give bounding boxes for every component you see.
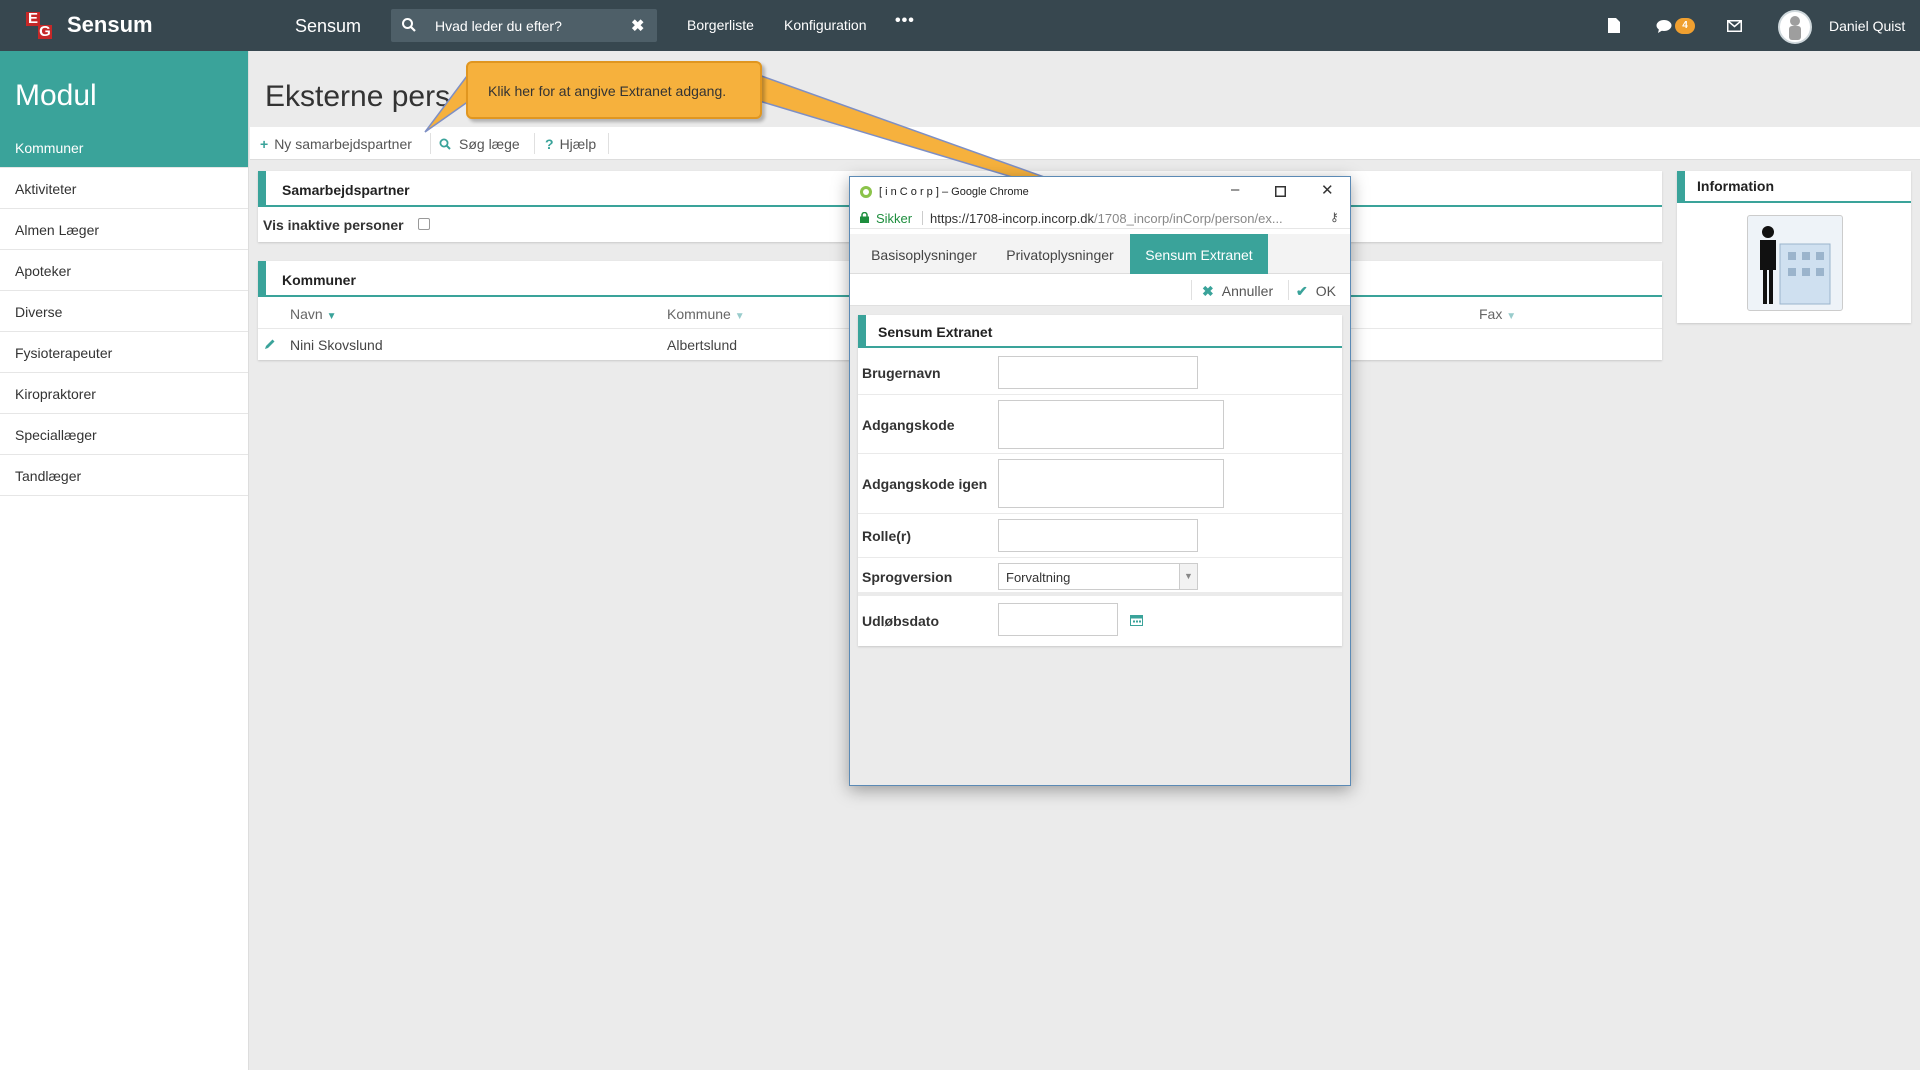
tab-basisoplysninger[interactable]: Basisoplysninger <box>860 234 988 274</box>
extranet-form: Sensum Extranet Brugernavn Adgangskode A… <box>858 315 1342 646</box>
language-label: Sprogversion <box>862 569 953 585</box>
password-row: Adgangskode <box>858 395 1342 454</box>
secure-label: Sikker <box>876 211 913 226</box>
ok-label: OK <box>1315 283 1336 299</box>
popup-url: https://1708-incorp.incorp.dk/1708_incor… <box>930 211 1323 226</box>
extranet-popup-window: [ i n C o r p ] – Google Chrome – ✕ Sikk… <box>849 176 1351 786</box>
cancel-button[interactable]: ✖ Annuller <box>1202 283 1273 300</box>
key-icon[interactable]: ⚷ <box>1330 210 1339 224</box>
callout-text: Klik her for at angive Extranet adgang. <box>488 83 727 99</box>
cancel-label: Annuller <box>1221 283 1274 299</box>
action-divider <box>1191 280 1192 300</box>
expiry-label: Udløbsdato <box>862 613 939 629</box>
popup-address-bar[interactable]: Sikker https://1708-incorp.incorp.dk/170… <box>850 207 1350 229</box>
check-icon: ✔ <box>1296 283 1308 299</box>
ok-button[interactable]: ✔ OK <box>1296 283 1336 300</box>
help-callout: Klik her for at angive Extranet adgang. <box>466 61 762 119</box>
roles-input[interactable] <box>998 519 1198 552</box>
password-again-row: Adgangskode igen <box>858 454 1342 514</box>
expiry-input[interactable] <box>998 603 1118 636</box>
url-path: /1708_incorp/inCorp/person/ex... <box>1094 211 1283 226</box>
language-value: Forvaltning <box>1006 570 1071 585</box>
tab-privatoplysninger[interactable]: Privatoplysninger <box>994 234 1126 274</box>
lock-icon <box>860 212 869 223</box>
password-label: Adgangskode <box>862 417 955 433</box>
popup-window-title: [ i n C o r p ] – Google Chrome <box>879 186 1029 198</box>
minimize-icon[interactable]: – <box>1231 181 1239 198</box>
roles-row: Rolle(r) <box>858 514 1342 558</box>
password-again-label: Adgangskode igen <box>862 476 988 492</box>
popup-titlebar[interactable]: [ i n C o r p ] – Google Chrome – ✕ <box>850 177 1350 207</box>
password-again-input[interactable] <box>998 459 1224 508</box>
username-row: Brugernavn <box>858 350 1342 395</box>
incorp-favicon-icon <box>860 186 872 198</box>
roles-label: Rolle(r) <box>862 528 911 544</box>
popup-tabs: Basisoplysninger Privatoplysninger Sensu… <box>850 234 1350 274</box>
close-icon: ✖ <box>1202 283 1214 299</box>
popup-action-bar: ✖ Annuller ✔ OK <box>850 274 1350 306</box>
password-input[interactable] <box>998 400 1224 449</box>
action-divider <box>1288 280 1289 300</box>
url-divider <box>922 211 923 225</box>
popup-body: Sensum Extranet Brugernavn Adgangskode A… <box>850 306 1350 785</box>
extranet-form-title: Sensum Extranet <box>858 315 1342 348</box>
expiry-row: Udløbsdato <box>858 596 1342 644</box>
tab-sensum-extranet[interactable]: Sensum Extranet <box>1130 234 1268 274</box>
close-window-icon[interactable]: ✕ <box>1321 181 1334 199</box>
language-row: Sprogversion Forvaltning ▼ <box>858 558 1342 596</box>
username-label: Brugernavn <box>862 365 941 381</box>
chevron-down-icon: ▼ <box>1179 564 1197 589</box>
maximize-icon[interactable] <box>1275 186 1286 197</box>
username-input[interactable] <box>998 356 1198 389</box>
language-select[interactable]: Forvaltning ▼ <box>998 563 1198 590</box>
url-host: https://1708-incorp.incorp.dk <box>930 211 1095 226</box>
calendar-icon[interactable] <box>1130 614 1143 626</box>
